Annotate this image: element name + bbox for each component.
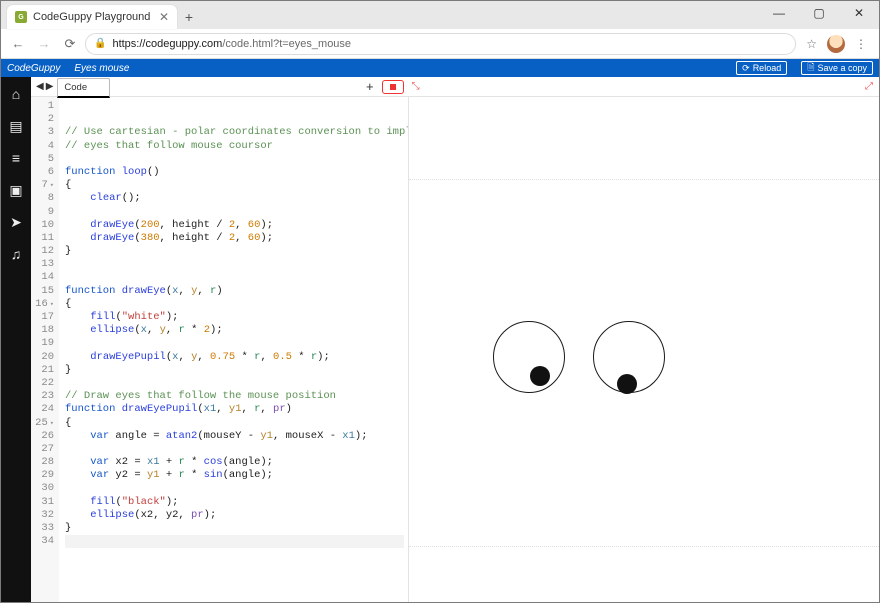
shrink-canvas-icon[interactable]: ⤡	[412, 81, 420, 92]
app-header: CodeGuppy Eyes mouse ⟳ Reload 🗎 Save a c…	[1, 59, 879, 77]
project-name: Eyes mouse	[74, 63, 129, 74]
save-icon: 🗎	[807, 60, 814, 76]
browser-menu-icon[interactable]: ⋮	[855, 37, 867, 51]
reload-icon: ⟳	[742, 63, 750, 74]
code-editor[interactable]: 1234567891011121314151617181920212223242…	[31, 97, 409, 602]
save-label: Save a copy	[817, 63, 867, 73]
reload-project-button[interactable]: ⟳ Reload	[736, 61, 787, 75]
profile-avatar[interactable]	[827, 35, 845, 53]
rocket-icon[interactable]: ➤	[7, 213, 25, 231]
tab-prev-icon[interactable]: ◀	[35, 81, 45, 92]
line-gutter: 1234567891011121314151617181920212223242…	[31, 97, 59, 602]
pupil-shape	[617, 374, 637, 394]
close-tab-icon[interactable]: ✕	[159, 10, 169, 24]
music-icon[interactable]: ♫	[7, 245, 25, 263]
minimize-button[interactable]: —	[759, 1, 799, 25]
pupil-shape	[530, 366, 550, 386]
menu-icon[interactable]: ≡	[7, 149, 25, 167]
forward-button[interactable]: →	[33, 33, 55, 55]
code-area[interactable]: // Use cartesian - polar coordinates con…	[59, 97, 408, 602]
url-field[interactable]: 🔒 https://codeguppy.com/code.html?t=eyes…	[85, 33, 796, 55]
home-icon[interactable]: ⌂	[7, 85, 25, 103]
left-sidebar: ⌂ ▤ ≡ ▣ ➤ ♫	[1, 77, 31, 602]
save-copy-button[interactable]: 🗎 Save a copy	[801, 61, 873, 75]
window-controls: — ▢ ✕	[759, 1, 879, 25]
new-tab-button[interactable]: +	[177, 5, 201, 29]
reload-button[interactable]: ⟳	[59, 33, 81, 55]
browser-tab[interactable]: G CodeGuppy Playground ✕	[7, 5, 177, 29]
tab-title: CodeGuppy Playground	[33, 11, 150, 23]
add-tab-button[interactable]: +	[366, 79, 374, 94]
url-text: https://codeguppy.com/code.html?t=eyes_m…	[112, 38, 351, 50]
output-canvas[interactable]	[409, 97, 879, 602]
brand-link[interactable]: CodeGuppy	[7, 63, 60, 74]
eye-shape	[493, 321, 565, 393]
tab-next-icon[interactable]: ▶	[45, 81, 55, 92]
bookmark-star-icon[interactable]: ☆	[806, 37, 817, 51]
stop-icon	[390, 84, 396, 90]
stop-button[interactable]	[382, 80, 404, 94]
close-window-button[interactable]: ✕	[839, 1, 879, 25]
maximize-button[interactable]: ▢	[799, 1, 839, 25]
image-icon[interactable]: ▣	[7, 181, 25, 199]
code-tab[interactable]: Code	[57, 78, 110, 98]
eye-shape	[593, 321, 665, 393]
book-icon[interactable]: ▤	[7, 117, 25, 135]
editor-toolbar: ◀ ▶ Code + ⤡ ⤢	[31, 77, 879, 97]
favicon-icon: G	[15, 11, 27, 23]
back-button[interactable]: ←	[7, 33, 29, 55]
reload-label: Reload	[753, 63, 782, 73]
browser-titlebar: G CodeGuppy Playground ✕ + — ▢ ✕	[1, 1, 879, 29]
address-bar: ← → ⟳ 🔒 https://codeguppy.com/code.html?…	[1, 29, 879, 59]
lock-icon: 🔒	[94, 38, 106, 49]
expand-canvas-icon[interactable]: ⤢	[865, 81, 873, 92]
